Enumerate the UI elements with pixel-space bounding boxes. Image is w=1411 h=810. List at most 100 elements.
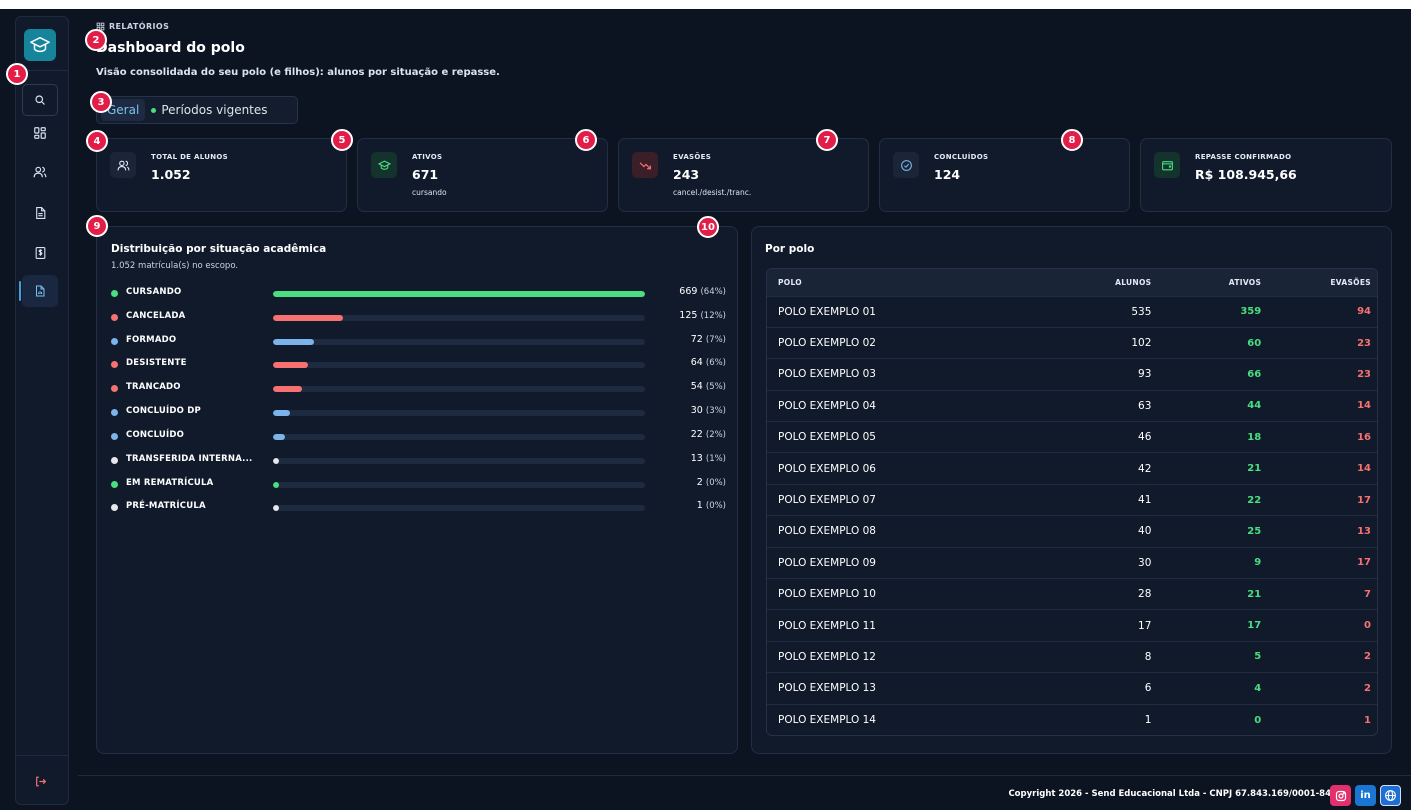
table-row[interactable]: POLO EXEMPLO 03 93 66 23 bbox=[767, 358, 1377, 391]
wallet-icon bbox=[1161, 160, 1173, 170]
status-dot-icon bbox=[111, 338, 118, 345]
linkedin-link[interactable]: in bbox=[1355, 785, 1376, 806]
distribution-bar-track bbox=[273, 482, 645, 488]
polo-name-cell: POLO EXEMPLO 02 bbox=[767, 326, 1048, 359]
distribution-subtitle: 1.052 matrícula(s) no escopo. bbox=[111, 261, 239, 271]
distribution-count: 125 bbox=[679, 310, 698, 321]
by-polo-table-container: POLO ALUNOS ATIVOS EVASÕES POLO EXEMPLO … bbox=[766, 268, 1378, 737]
distribution-percent: (12%) bbox=[700, 311, 726, 321]
distribution-count: 2 bbox=[696, 477, 703, 488]
kpi-caption: cursando bbox=[412, 188, 447, 197]
status-dot-icon bbox=[111, 433, 118, 440]
kpi-label: CONCLUÍDOS bbox=[934, 153, 989, 161]
alunos-cell: 41 bbox=[1047, 483, 1158, 516]
evasoes-cell: 2 bbox=[1267, 640, 1377, 673]
kpi-caption: cancel./desist./tranc. bbox=[673, 188, 752, 197]
annotation-badge: 2 bbox=[85, 29, 107, 51]
evasoes-cell: 23 bbox=[1267, 358, 1377, 391]
tab-periodos-vigentes[interactable]: Períodos vigentes bbox=[145, 99, 273, 121]
distribution-row: CANCELADA 125 (12%) bbox=[111, 310, 726, 324]
annotation-badge: 10 bbox=[697, 216, 719, 238]
kpi-card-concluidos: CONCLUÍDOS 124 bbox=[879, 138, 1130, 212]
table-header-row: POLO ALUNOS ATIVOS EVASÕES bbox=[767, 269, 1377, 296]
status-dot-icon bbox=[111, 504, 118, 511]
kpi-card-ativos: ATIVOS 671 cursando bbox=[357, 138, 608, 212]
sidebar-item-dashboard[interactable] bbox=[22, 117, 58, 149]
table-row[interactable]: POLO EXEMPLO 05 46 18 16 bbox=[767, 421, 1377, 453]
logout-button[interactable] bbox=[22, 765, 58, 797]
column-header-polo[interactable]: POLO bbox=[767, 269, 1048, 296]
table-row[interactable]: POLO EXEMPLO 11 17 17 0 bbox=[767, 609, 1377, 642]
column-header-ativos[interactable]: ATIVOS bbox=[1157, 269, 1268, 296]
sidebar-item-search[interactable] bbox=[22, 84, 58, 116]
table-row[interactable]: POLO EXEMPLO 09 30 9 17 bbox=[767, 546, 1377, 579]
table-row[interactable]: POLO EXEMPLO 01 535 359 94 bbox=[767, 295, 1377, 328]
table-row[interactable]: POLO EXEMPLO 12 8 5 2 bbox=[767, 640, 1377, 673]
linkedin-icon: in bbox=[1360, 790, 1371, 801]
search-icon bbox=[35, 95, 45, 105]
footer-copyright: Copyright 2026 - Send Educacional Ltda -… bbox=[1008, 789, 1331, 799]
distribution-label: CURSANDO bbox=[126, 287, 182, 297]
table-row[interactable]: POLO EXEMPLO 04 63 44 14 bbox=[767, 389, 1377, 422]
alunos-cell: 40 bbox=[1047, 515, 1158, 548]
kpi-value: 671 bbox=[412, 167, 439, 182]
grid-icon bbox=[34, 127, 46, 139]
logout-icon bbox=[35, 776, 46, 786]
table-row[interactable]: POLO EXEMPLO 10 28 21 7 bbox=[767, 578, 1377, 610]
breadcrumb: RELATÓRIOS bbox=[96, 22, 169, 31]
distribution-bar-track bbox=[273, 362, 645, 368]
table-row[interactable]: POLO EXEMPLO 13 6 4 2 bbox=[767, 672, 1377, 705]
website-link[interactable] bbox=[1380, 785, 1401, 806]
polo-name-cell: POLO EXEMPLO 08 bbox=[767, 515, 1048, 548]
logo-graduation-cap-icon[interactable] bbox=[24, 29, 56, 61]
polo-name-cell: POLO EXEMPLO 05 bbox=[767, 421, 1048, 453]
distribution-row: EM REMATRÍCULA 2 (0%) bbox=[111, 477, 726, 491]
distribution-percent: (7%) bbox=[705, 335, 726, 345]
evasoes-cell: 13 bbox=[1267, 515, 1377, 548]
users-icon bbox=[33, 166, 47, 178]
distribution-bar-track bbox=[273, 458, 645, 464]
distribution-row: CURSANDO 669 (64%) bbox=[111, 286, 726, 300]
table-row[interactable]: POLO EXEMPLO 02 102 60 23 bbox=[767, 326, 1377, 359]
distribution-bar-track bbox=[273, 315, 645, 321]
evasoes-cell: 14 bbox=[1267, 389, 1377, 422]
users-icon bbox=[117, 160, 129, 170]
table-row[interactable]: POLO EXEMPLO 07 41 22 17 bbox=[767, 483, 1377, 516]
column-header-evasoes[interactable]: EVASÕES bbox=[1267, 269, 1377, 296]
distribution-count: 30 bbox=[690, 405, 703, 416]
annotation-badge: 8 bbox=[1061, 129, 1083, 151]
distribution-row: TRANSFERIDA INTERNA... 13 (1%) bbox=[111, 453, 726, 467]
distribution-percent: (0%) bbox=[705, 478, 726, 488]
table-row[interactable]: POLO EXEMPLO 08 40 25 13 bbox=[767, 515, 1377, 548]
kpi-label: REPASSE CONFIRMADO bbox=[1195, 153, 1292, 161]
status-dot-icon bbox=[111, 361, 118, 368]
distribution-label: CONCLUÍDO bbox=[126, 430, 185, 440]
sidebar-item-finance[interactable] bbox=[22, 237, 58, 269]
ativos-cell: 21 bbox=[1157, 578, 1268, 610]
table-row[interactable]: POLO EXEMPLO 06 42 21 14 bbox=[767, 452, 1377, 485]
distribution-count: 1 bbox=[696, 500, 703, 511]
alunos-cell: 30 bbox=[1047, 546, 1158, 579]
distribution-value: 2 (0%) bbox=[697, 477, 726, 488]
column-header-alunos[interactable]: ALUNOS bbox=[1047, 269, 1158, 296]
alunos-cell: 42 bbox=[1047, 452, 1158, 485]
kpi-icon-box bbox=[632, 152, 658, 178]
sidebar-item-users[interactable] bbox=[22, 156, 58, 188]
polo-name-cell: POLO EXEMPLO 14 bbox=[767, 703, 1048, 736]
instagram-link[interactable] bbox=[1330, 785, 1351, 806]
distribution-row: TRANCADO 54 (5%) bbox=[111, 381, 726, 395]
sidebar-item-documents[interactable] bbox=[22, 197, 58, 229]
tab-label: Períodos vigentes bbox=[161, 103, 268, 117]
table-row[interactable]: POLO EXEMPLO 14 1 0 1 bbox=[767, 703, 1377, 736]
distribution-percent: (3%) bbox=[705, 406, 726, 416]
ativos-cell: 17 bbox=[1157, 609, 1268, 642]
distribution-percent: (5%) bbox=[705, 382, 726, 392]
distribution-percent: (1%) bbox=[705, 454, 726, 464]
polo-name-cell: POLO EXEMPLO 11 bbox=[767, 609, 1048, 642]
kpi-card-repasse-confirmado: REPASSE CONFIRMADO R$ 108.945,66 bbox=[1140, 138, 1392, 212]
alunos-cell: 1 bbox=[1047, 703, 1158, 736]
kpi-value: R$ 108.945,66 bbox=[1195, 167, 1297, 182]
sidebar-item-reports[interactable] bbox=[19, 275, 58, 307]
kpi-value: 124 bbox=[934, 167, 961, 182]
tab-label: Geral bbox=[107, 103, 140, 117]
